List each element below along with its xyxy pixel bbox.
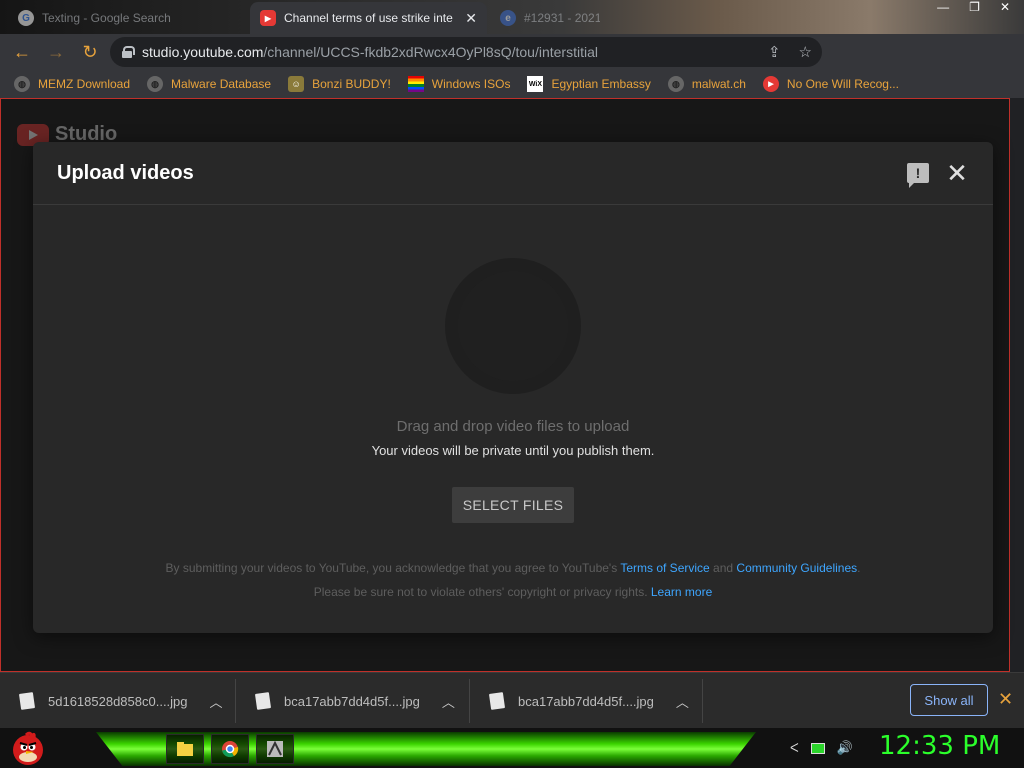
bookmark-malware-database[interactable]: ◍ Malware Database: [147, 76, 271, 92]
youtube-icon: ▶: [260, 10, 276, 26]
tab-title: Channel terms of use strike inte: [284, 11, 453, 25]
clock[interactable]: 12:33 PM: [879, 731, 1000, 761]
upload-videos-dialog: Upload videos ! ✕ Drag and drop video fi…: [33, 142, 993, 633]
feedback-icon[interactable]: !: [907, 163, 929, 188]
browser-toolbar: ← → ↻ studio.youtube.com/channel/UCCS-fk…: [0, 34, 1024, 97]
system-tray: ᐸ 🔊: [790, 740, 853, 756]
file-icon: [254, 692, 272, 710]
window-close-icon[interactable]: ✕: [1000, 0, 1010, 22]
bookmarks-bar: ◍ MEMZ Download ◍ Malware Database ☺ Bon…: [0, 70, 1024, 98]
bookmark-bonzi-buddy[interactable]: ☺ Bonzi BUDDY!: [288, 76, 391, 92]
restore-icon[interactable]: ❐: [969, 0, 980, 22]
dialog-header: Upload videos ! ✕: [33, 142, 993, 205]
download-filename: bca17abb7dd4d5f....jpg: [284, 693, 420, 709]
lock-icon[interactable]: [122, 46, 135, 58]
download-shelf: 5d1618528d858c0....jpg ︿ bca17abb7dd4d5f…: [0, 672, 1024, 728]
chevron-up-icon[interactable]: ︿: [210, 692, 226, 711]
site-icon: e: [500, 10, 516, 26]
show-all-button[interactable]: Show all: [910, 684, 988, 716]
bookmark-no-one-will-recognize[interactable]: ▶ No One Will Recog...: [762, 76, 899, 92]
bookmark-malwatch[interactable]: ◍ malwat.ch: [667, 76, 746, 92]
chevron-up-icon[interactable]: ︿: [442, 692, 458, 711]
select-files-button[interactable]: SELECT FILES: [452, 487, 574, 523]
battery-icon[interactable]: [810, 742, 825, 754]
close-tab-icon[interactable]: ✕: [465, 10, 477, 27]
copyright-notice: Please be sure not to violate others' co…: [313, 585, 713, 599]
download-item[interactable]: bca17abb7dd4d5f....jpg ︿: [470, 679, 703, 723]
terms-notice: By submitting your videos to YouTube, yo…: [165, 561, 861, 575]
terms-of-service-link[interactable]: Terms of Service: [620, 561, 709, 575]
google-icon: G: [18, 10, 34, 26]
share-icon[interactable]: ⇪: [768, 43, 781, 61]
community-guidelines-link[interactable]: Community Guidelines: [736, 561, 857, 575]
globe-icon: ◍: [147, 76, 164, 92]
upload-drop-icon[interactable]: [445, 258, 581, 394]
app-icon[interactable]: [256, 734, 294, 764]
download-item[interactable]: bca17abb7dd4d5f....jpg ︿: [236, 679, 470, 723]
tab-site[interactable]: e #12931 - 2021: [490, 2, 610, 34]
studio-page: Studio Upload videos ! ✕ Drag and drop v…: [0, 98, 1010, 672]
globe-icon: ◍: [667, 76, 684, 92]
back-icon[interactable]: ←: [6, 36, 38, 68]
download-filename: 5d1618528d858c0....jpg: [48, 693, 188, 709]
private-notice: Your videos will be private until you pu…: [371, 443, 655, 458]
taskbar: ᐸ 🔊 12:33 PM: [0, 728, 1024, 768]
file-icon: [18, 692, 36, 710]
download-filename: bca17abb7dd4d5f....jpg: [518, 693, 654, 709]
learn-more-link[interactable]: Learn more: [651, 585, 712, 599]
start-button[interactable]: [8, 728, 48, 768]
tab-title: Texting - Google Search: [42, 11, 171, 25]
bookmark-windows-isos[interactable]: Windows ISOs: [407, 76, 510, 92]
star-icon[interactable]: ☆: [799, 43, 812, 61]
tab-google-search[interactable]: G Texting - Google Search: [8, 2, 248, 34]
tab-youtube-studio[interactable]: ▶ Channel terms of use strike inte ✕: [250, 2, 487, 34]
reload-icon[interactable]: ↻: [74, 36, 106, 68]
dialog-title: Upload videos: [57, 162, 194, 184]
volume-icon[interactable]: 🔊: [837, 740, 853, 756]
window-controls: — ❐ ✕: [937, 0, 1024, 22]
bookmark-memz[interactable]: ◍ MEMZ Download: [14, 76, 130, 92]
chrome-icon[interactable]: [211, 734, 249, 764]
bookmark-egyptian-embassy[interactable]: WiX Egyptian Embassy: [527, 76, 651, 92]
file-icon: [488, 692, 506, 710]
url-text: studio.youtube.com/channel/UCCS-fkdb2xdR…: [142, 44, 598, 60]
drag-drop-text: Drag and drop video files to upload: [396, 418, 630, 435]
file-explorer-icon[interactable]: [166, 734, 204, 764]
globe-icon: ◍: [14, 76, 30, 92]
download-item[interactable]: 5d1618528d858c0....jpg ︿: [0, 679, 236, 723]
chevron-up-icon[interactable]: ︿: [676, 692, 692, 711]
forward-icon[interactable]: →: [40, 36, 72, 68]
bonzi-icon: ☺: [288, 76, 305, 92]
omnibox-actions: ⇪ ☆: [768, 43, 812, 61]
upload-arrow-circle: [458, 271, 568, 381]
close-icon[interactable]: ✕: [945, 158, 969, 188]
rainbow-flag-icon: [407, 76, 424, 92]
tab-strip: G Texting - Google Search ▶ Channel term…: [0, 0, 1024, 34]
minimize-icon[interactable]: —: [937, 0, 949, 22]
angry-bird-icon: [13, 731, 43, 765]
youtube-icon: ▶: [762, 76, 779, 92]
wix-icon: WiX: [527, 76, 544, 92]
network-icon[interactable]: ᐸ: [790, 741, 799, 755]
tab-title: #12931 - 2021: [524, 11, 600, 25]
address-bar[interactable]: studio.youtube.com/channel/UCCS-fkdb2xdR…: [110, 37, 822, 67]
close-shelf-icon[interactable]: ✕: [998, 689, 1013, 710]
